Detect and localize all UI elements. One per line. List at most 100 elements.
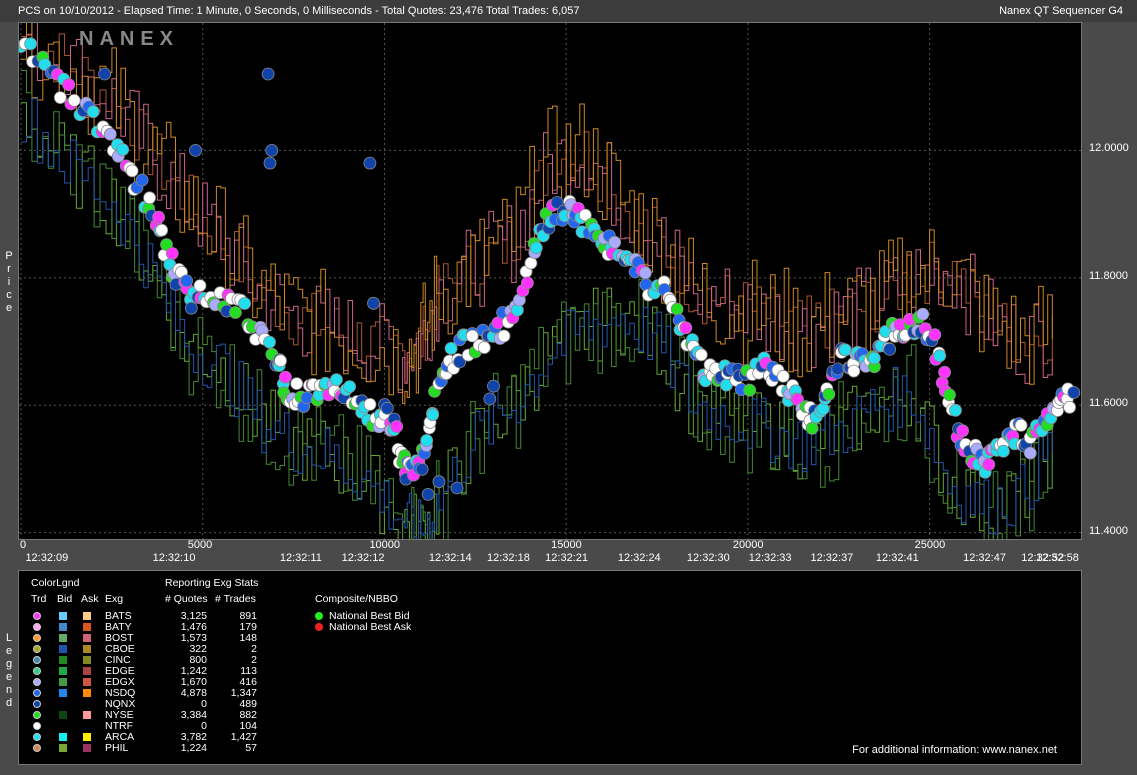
bid-color-swatch	[59, 711, 67, 719]
x-tick-label: 15000	[551, 539, 582, 551]
composite-swatch	[315, 612, 323, 620]
trade-dot	[497, 329, 511, 343]
y-tick-label: 11.6000	[1089, 397, 1128, 410]
trade-dot	[238, 297, 252, 310]
price-chart-svg: NANEX	[14, 0, 1081, 571]
bid-color-swatch	[59, 634, 67, 642]
title-bar: PCS on 10/10/2012 - Elapsed Time: 1 Minu…	[0, 0, 1137, 22]
trade-dot	[776, 369, 790, 383]
legend-row-cinc: CINC 800 2	[31, 655, 271, 666]
outlier-trade-dot	[487, 379, 500, 393]
legend-bid-header: Bid	[57, 593, 73, 605]
ask-color-swatch	[83, 634, 91, 642]
trade-dot	[329, 373, 343, 387]
bid-color-swatch	[59, 656, 67, 664]
trade-dot	[694, 348, 708, 362]
bid-color-swatch	[59, 689, 67, 697]
trade-color-swatch	[33, 623, 41, 631]
outlier-trade-dot	[483, 392, 497, 406]
trade-dot	[608, 235, 622, 249]
x-tick-label: 5000	[187, 539, 213, 551]
trade-color-swatch	[33, 645, 41, 653]
bid-color-swatch	[59, 623, 67, 631]
trade-dot	[928, 328, 942, 342]
trade-dot	[1023, 446, 1037, 460]
time-label: 12:32:18	[487, 552, 530, 564]
trade-count: 57	[245, 742, 257, 754]
time-label: 12:32:37	[810, 552, 854, 564]
legend-row-nqnx: NQNX 0 489	[31, 699, 271, 710]
legend-row-bost: BOST 1,573 148	[31, 633, 271, 644]
outlier-trade-dot	[367, 296, 380, 310]
trade-dot	[125, 164, 139, 178]
trade-dot	[938, 365, 951, 379]
trade-dot	[1063, 400, 1076, 414]
trade-color-swatch	[33, 656, 41, 664]
trade-color-swatch	[33, 733, 41, 741]
ask-color-swatch	[83, 678, 91, 686]
trade-dot	[529, 241, 543, 255]
trade-dot	[263, 335, 276, 349]
legend-row-nsdq: NSDQ 4,878 1,347	[31, 688, 271, 699]
trade-dot	[670, 302, 684, 316]
y-tick-label: 11.8000	[1089, 269, 1128, 282]
trade-dot	[679, 321, 693, 335]
trade-dot	[916, 307, 930, 321]
trade-dot	[933, 349, 947, 363]
trade-dot	[943, 388, 956, 402]
trade-color-swatch	[33, 667, 41, 675]
legend-stats-header: Reporting Exg Stats	[165, 577, 259, 589]
trade-dot	[822, 387, 836, 401]
ask-color-swatch	[83, 645, 91, 653]
x-tick-label: 10000	[369, 539, 401, 551]
ask-color-swatch	[83, 711, 91, 719]
trade-dot	[883, 342, 897, 356]
x-tick-label: 20000	[732, 539, 764, 551]
trade-dot	[949, 403, 962, 417]
legend-ask-header: Ask	[81, 593, 99, 605]
trade-dot	[997, 444, 1010, 458]
trade-dot	[290, 377, 304, 391]
legend-exg-header: Exg	[105, 593, 124, 605]
trade-dot	[816, 402, 830, 416]
trade-dot	[805, 421, 819, 435]
time-label: 12:32:11	[279, 552, 322, 564]
trade-dot	[363, 397, 377, 411]
trade-dot	[982, 458, 996, 472]
outlier-trade-dot	[421, 487, 435, 501]
exchange-name: PHIL	[105, 742, 129, 754]
trade-dot	[67, 94, 81, 107]
legend-footer: For additional information: www.nanex.ne…	[852, 744, 1057, 756]
y-tick-label: 11.4000	[1089, 524, 1128, 537]
trade-dot	[415, 462, 429, 476]
trade-dot	[520, 276, 534, 290]
outlier-trade-dot	[189, 144, 202, 157]
time-label: 12:32:10	[152, 552, 196, 564]
chart-area: NANEX	[14, 0, 1082, 571]
trade-dot	[184, 301, 198, 315]
ask-color-swatch	[83, 744, 91, 752]
ask-color-swatch	[83, 689, 91, 697]
bid-color-swatch	[59, 645, 67, 653]
trade-color-swatch	[33, 689, 41, 697]
trade-color-swatch	[33, 634, 41, 642]
trade-dot	[380, 401, 394, 415]
trade-dot	[390, 420, 404, 433]
bid-color-swatch	[59, 733, 67, 741]
quote-count: 1,224	[180, 742, 207, 754]
nanex-watermark: NANEX	[79, 28, 179, 50]
title-left: PCS on 10/10/2012 - Elapsed Time: 1 Minu…	[18, 5, 580, 17]
trade-dot	[193, 279, 207, 293]
time-label: 12:32:41	[875, 552, 919, 564]
trade-color-swatch	[33, 678, 41, 686]
outlier-trade-dot	[432, 475, 446, 489]
legend-quotes-header: # Quotes	[165, 593, 208, 605]
trade-color-swatch	[33, 744, 41, 752]
ask-color-swatch	[83, 733, 91, 741]
outlier-trade-dot	[265, 144, 279, 157]
legend-trd-header: Trd	[31, 593, 47, 605]
trade-dot	[103, 127, 117, 141]
time-label: 12:32:47	[963, 552, 1006, 564]
trade-dot	[24, 37, 38, 51]
legend-trades-header: # Trades	[215, 593, 256, 605]
